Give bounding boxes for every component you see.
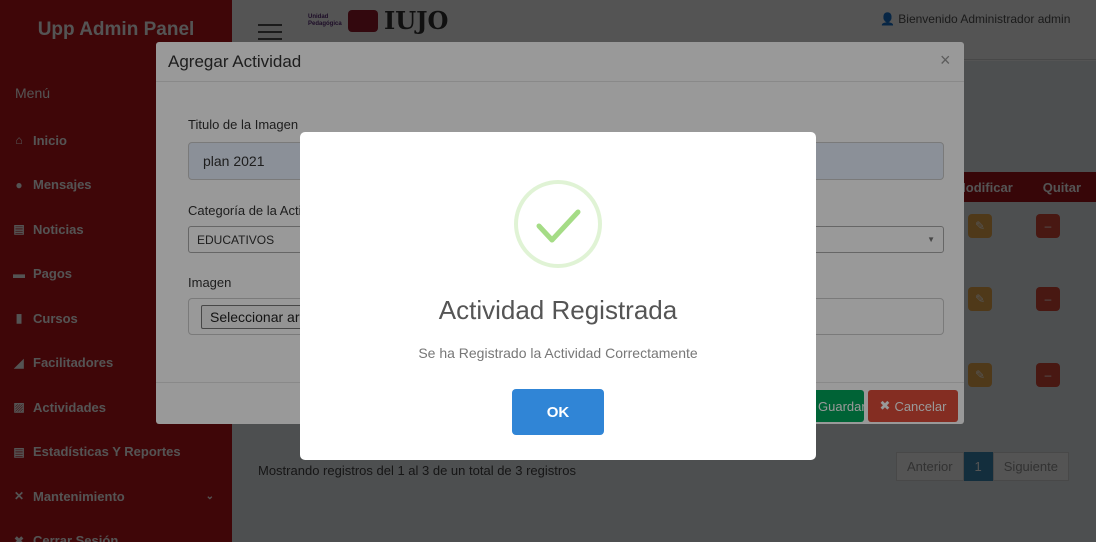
ok-button[interactable]: OK	[512, 389, 604, 435]
alert-title: Actividad Registrada	[438, 295, 678, 325]
alert-message: Se ha Registrado la Actividad Correctame…	[418, 345, 698, 361]
success-check-icon	[514, 180, 602, 268]
success-alert: Actividad Registrada Se ha Registrado la…	[300, 132, 816, 460]
